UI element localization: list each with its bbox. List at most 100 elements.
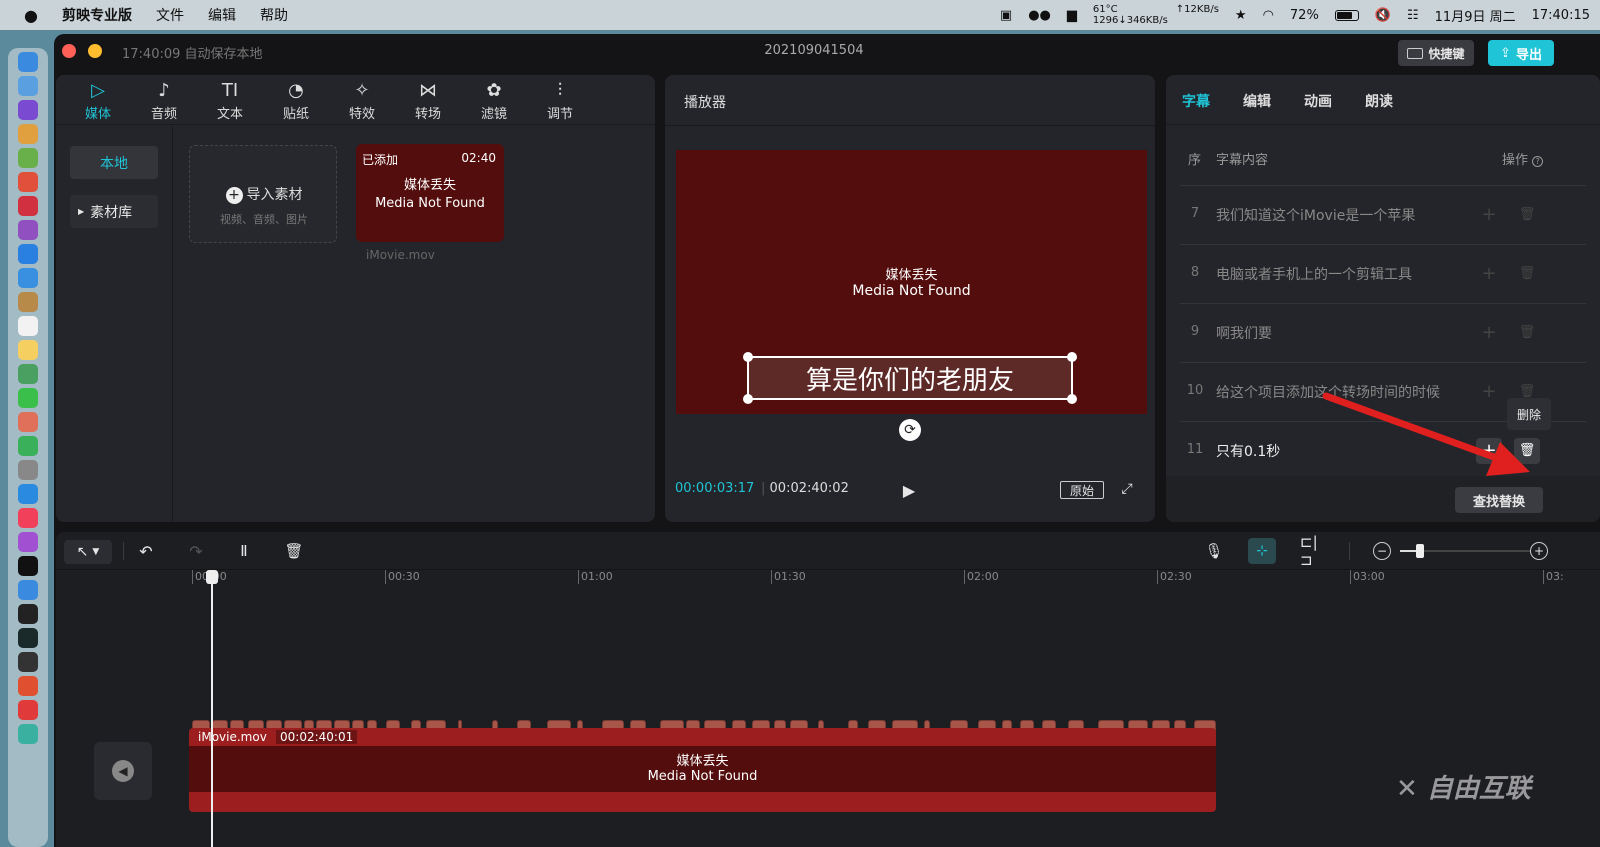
find-replace-button[interactable]: 查找替换 — [1455, 487, 1543, 513]
tab-text[interactable]: TI 文本 — [202, 79, 258, 123]
tab-adjust[interactable]: ⫶ 调节 — [532, 79, 588, 123]
system-stats[interactable]: 61°C 1296↓346KB/s ↑12KB/s — [1093, 4, 1219, 26]
zoom-in-icon[interactable]: + — [1530, 542, 1548, 560]
shortcuts-button[interactable]: 快捷键 — [1398, 40, 1474, 66]
menubar-time[interactable]: 17:40:15 — [1532, 8, 1590, 23]
add-subtitle-button[interactable]: + — [1476, 320, 1502, 346]
fullscreen-icon[interactable]: ⤢ — [1119, 481, 1135, 497]
microphone-icon[interactable]: 🎙 — [1204, 541, 1224, 561]
menu-edit[interactable]: 编辑 — [208, 5, 236, 25]
app-store-icon[interactable] — [18, 484, 38, 504]
add-subtitle-button[interactable]: + — [1476, 261, 1502, 287]
terminal-icon[interactable] — [18, 628, 38, 648]
star-icon[interactable]: ★ — [1235, 8, 1247, 23]
resize-handle-br[interactable] — [1067, 394, 1077, 404]
play-button[interactable]: ▶ — [901, 481, 917, 500]
zoom-out-icon[interactable]: − — [1373, 542, 1391, 560]
track-mute-button[interactable]: ◀ — [94, 742, 152, 800]
mute-icon[interactable]: 🔇 — [1375, 8, 1391, 23]
delete-clip-icon[interactable]: 🗑 — [284, 541, 304, 561]
capcut-icon[interactable] — [18, 604, 38, 624]
tab-animation[interactable]: 动画 — [1304, 91, 1332, 111]
subtitle-box[interactable]: 算是你们的老朋友 — [743, 352, 1077, 404]
video-preview[interactable]: 媒体丢失 Media Not Found 算是你们的老朋友 — [676, 150, 1147, 414]
delete-subtitle-button[interactable]: 🗑 — [1514, 261, 1540, 287]
photos-icon[interactable] — [18, 412, 38, 432]
menu-file[interactable]: 文件 — [156, 5, 184, 25]
library-tab[interactable]: ▶ 素材库 — [70, 195, 158, 228]
calendar-icon[interactable] — [18, 316, 38, 336]
local-tab[interactable]: 本地 — [70, 146, 158, 179]
zoom-slider-thumb[interactable] — [1416, 544, 1424, 558]
magnet-snap-icon[interactable]: ⊹ — [1248, 538, 1276, 564]
yandex-icon[interactable] — [18, 700, 38, 720]
music-icon[interactable] — [18, 508, 38, 528]
subtitle-row[interactable]: 8 电脑或者手机上的一个剪辑工具 + 🗑 — [1180, 244, 1586, 302]
messages-icon[interactable] — [18, 388, 38, 408]
android-icon[interactable] — [18, 148, 38, 168]
rotate-icon[interactable]: ⟳ — [899, 419, 921, 441]
subtitle-row[interactable]: 7 我们知道这个iMovie是一个苹果 + 🗑 — [1180, 185, 1586, 243]
tab-subtitle[interactable]: 字幕 — [1182, 91, 1210, 111]
select-tool[interactable]: ↖ ▼ — [64, 540, 112, 564]
tab-transition[interactable]: ⋈ 转场 — [400, 79, 456, 123]
appstore-icon[interactable] — [18, 580, 38, 600]
safari-browser-icon[interactable] — [18, 244, 38, 264]
delete-subtitle-button[interactable]: 🗑 — [1514, 202, 1540, 228]
safari-icon[interactable] — [18, 76, 38, 96]
status-app-icon[interactable]: ▣ — [1000, 8, 1012, 23]
import-media-button[interactable]: + 导入素材 视频、音频、图片 — [189, 145, 337, 243]
media-clip-thumb[interactable]: 已添加 02:40 媒体丢失 Media Not Found — [356, 144, 504, 242]
tab-sticker[interactable]: ◔ 贴纸 — [268, 79, 324, 123]
tab-read-aloud[interactable]: 朗读 — [1365, 91, 1393, 111]
brave-icon[interactable] — [18, 676, 38, 696]
menu-help[interactable]: 帮助 — [260, 5, 288, 25]
launchpad-icon[interactable] — [18, 124, 38, 144]
redo-icon[interactable]: ↷ — [186, 541, 206, 561]
resize-handle-bl[interactable] — [743, 394, 753, 404]
monitor-icon[interactable]: ▆ — [1067, 8, 1077, 23]
battery-percent[interactable]: 72% — [1290, 8, 1319, 23]
maps-icon[interactable] — [18, 364, 38, 384]
tab-media[interactable]: ▷ 媒体 — [70, 79, 126, 123]
app-teal-icon[interactable] — [18, 724, 38, 744]
wifi-icon[interactable]: ◠ — [1263, 8, 1274, 23]
chrome-icon[interactable] — [18, 172, 38, 192]
menubar-date[interactable]: 11月9日 周二 — [1435, 6, 1516, 25]
notes-icon[interactable] — [18, 340, 38, 360]
settings-icon[interactable] — [18, 460, 38, 480]
timeline-ruler[interactable]: 00:0000:3001:0001:3002:0002:3003:0003: — [56, 570, 1600, 590]
main-video-clip[interactable]: iMovie.mov 00:02:40:01 媒体丢失 Media Not Fo… — [189, 728, 1216, 812]
add-subtitle-button[interactable]: + — [1476, 202, 1502, 228]
status-dots-icon[interactable]: ●● — [1028, 8, 1051, 23]
resize-handle-tr[interactable] — [1067, 352, 1077, 362]
preview-axis-icon[interactable]: ⊏|⊐ — [1300, 533, 1324, 569]
facetime-icon[interactable] — [18, 436, 38, 456]
export-button[interactable]: ⇪ 导出 — [1488, 40, 1554, 66]
help-icon[interactable]: ? — [1532, 156, 1544, 167]
subtitle-row[interactable]: 9 啊我们要 + 🗑 — [1180, 303, 1586, 361]
mail-icon[interactable] — [18, 268, 38, 288]
apple-icon[interactable]: ● — [24, 6, 38, 25]
app-menu[interactable]: 剪映专业版 — [62, 5, 132, 25]
podcasts-icon[interactable] — [18, 532, 38, 552]
tab-edit[interactable]: 编辑 — [1243, 91, 1271, 111]
tab-audio[interactable]: ♪ 音频 — [136, 79, 192, 123]
zoom-slider[interactable] — [1400, 544, 1530, 558]
delete-subtitle-button[interactable]: 🗑 — [1514, 320, 1540, 346]
tv-icon[interactable] — [18, 556, 38, 576]
playhead[interactable] — [206, 570, 218, 847]
console-icon[interactable] — [18, 652, 38, 672]
undo-icon[interactable]: ↶ — [136, 541, 156, 561]
resize-handle-tl[interactable] — [743, 352, 753, 362]
finder-icon[interactable] — [18, 52, 38, 72]
control-center-icon[interactable]: ☷ — [1407, 8, 1419, 23]
app-purple-icon[interactable] — [18, 220, 38, 240]
split-icon[interactable]: Ⅱ — [234, 541, 254, 561]
tab-effects[interactable]: ✧ 特效 — [334, 79, 390, 123]
siri-icon[interactable] — [18, 100, 38, 120]
contacts-icon[interactable] — [18, 292, 38, 312]
aspect-ratio-button[interactable]: 原始 — [1060, 481, 1104, 499]
tab-filter[interactable]: ✿ 滤镜 — [466, 79, 522, 123]
app-red-icon[interactable] — [18, 196, 38, 216]
